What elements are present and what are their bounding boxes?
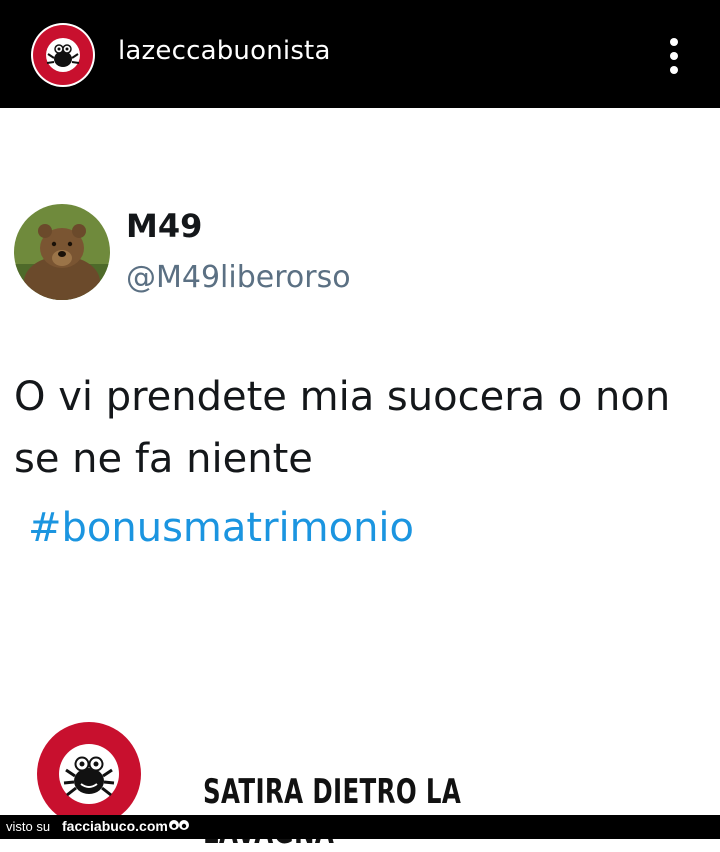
tweet-text: O vi prendete mia suocera o non se ne fa… — [14, 374, 671, 482]
eyes-icon — [168, 818, 190, 834]
tagline-satira: SATIRA DIETRO LA LAVAGNA — [203, 772, 462, 852]
la-zecca-buonista-logo — [33, 718, 145, 830]
instagram-header: lazeccabuonista — [0, 0, 720, 108]
footer-visto-su: visto su — [6, 819, 51, 834]
tweet-hashtag-link[interactable]: #bonusmatrimonio — [28, 505, 414, 551]
bear-avatar[interactable] — [14, 204, 110, 300]
header-username[interactable]: lazeccabuonista — [118, 36, 331, 66]
tweet-display-name[interactable]: M49 — [126, 207, 202, 245]
more-options-icon[interactable] — [662, 36, 686, 76]
footer-site-link[interactable]: facciabuco.com — [62, 818, 168, 834]
profile-avatar-logo[interactable] — [30, 22, 96, 88]
facciabuco-footer: visto su facciabuco.com — [0, 815, 720, 839]
tweet-handle[interactable]: @M49liberorso — [126, 260, 351, 295]
